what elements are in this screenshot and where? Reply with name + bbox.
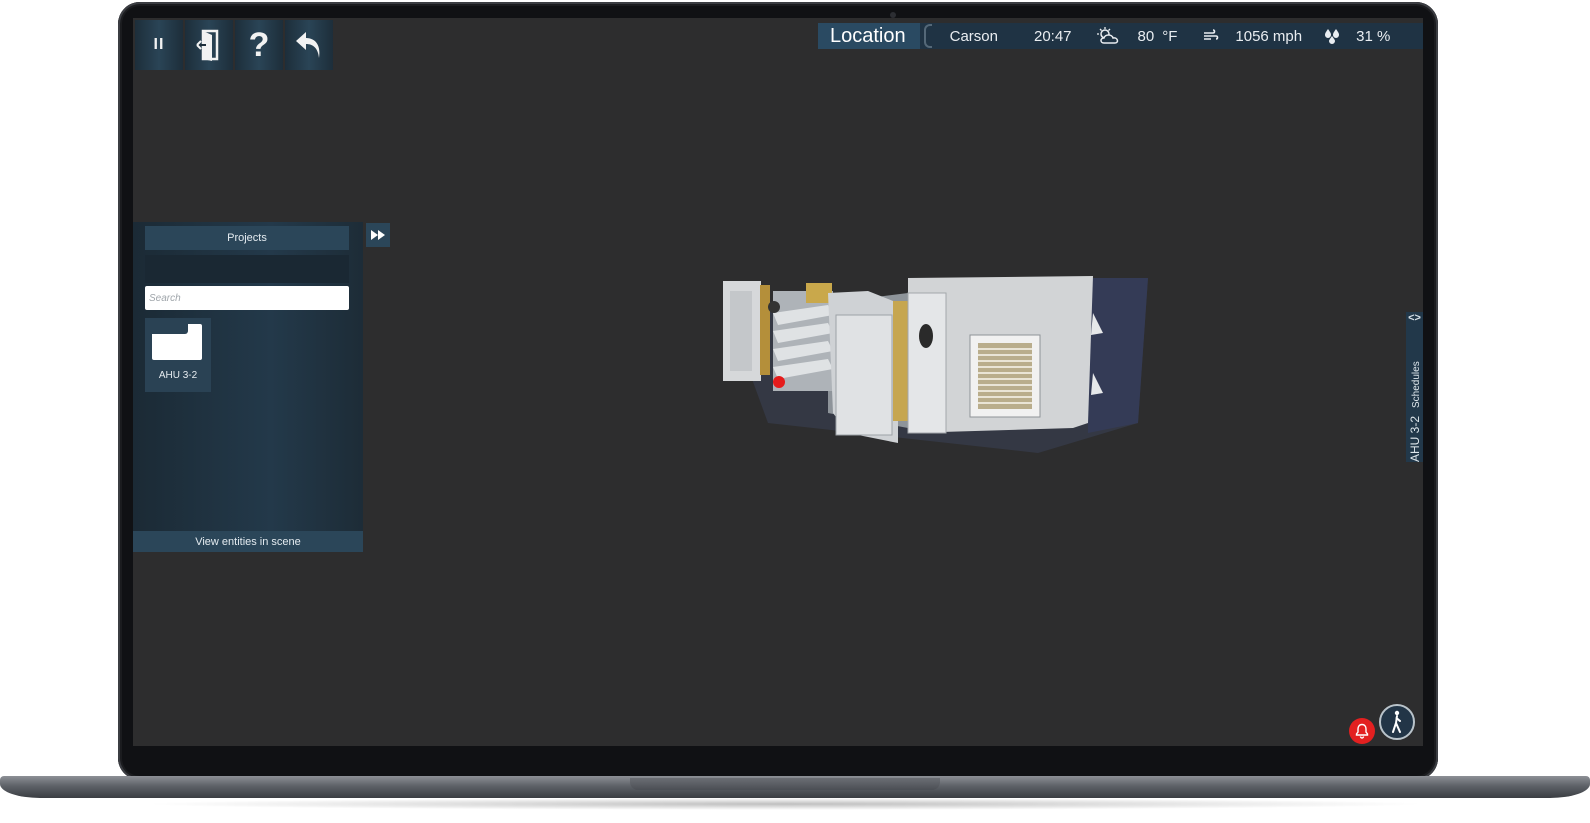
- city-name: Carson: [949, 27, 998, 45]
- laptop-hinge-notch: [630, 778, 940, 790]
- project-card[interactable]: AHU 3-2: [145, 318, 211, 392]
- search-input[interactable]: [145, 286, 349, 310]
- humidity-drops-icon: [1325, 29, 1340, 44]
- temperature-value: 80: [1137, 27, 1155, 45]
- collapse-arrows-icon[interactable]: <>: [1406, 312, 1423, 324]
- projects-header[interactable]: Projects: [145, 226, 349, 250]
- clock-time: 20:47: [1033, 27, 1072, 45]
- humidity-value: 31 %: [1356, 27, 1391, 45]
- projects-panel: Projects AHU 3-2 View entities in scene: [133, 222, 363, 552]
- exit-button[interactable]: [185, 20, 233, 70]
- bell-icon: [1355, 723, 1369, 739]
- fast-forward-icon: [371, 230, 385, 240]
- temperature-unit: °F: [1162, 27, 1178, 45]
- location-button[interactable]: Location: [818, 23, 920, 49]
- alarm-button[interactable]: [1349, 718, 1375, 744]
- app-screen: II ? Location Carson 20:47 80 °F 1056 mp…: [133, 18, 1423, 746]
- ahu-3d-model[interactable]: [708, 273, 1168, 473]
- expand-panel-button[interactable]: [366, 223, 390, 247]
- wind-speed: 1056 mph: [1235, 27, 1303, 45]
- main-toolbar: II ?: [135, 20, 335, 70]
- location-separator: [923, 24, 932, 48]
- laptop-shadow: [140, 798, 1430, 810]
- humidity-group: 31 %: [1324, 28, 1390, 45]
- help-button[interactable]: ?: [235, 20, 283, 70]
- weather-status-bar: Location Carson 20:47 80 °F 1056 mph 31 …: [818, 23, 1423, 49]
- view-entities-button[interactable]: View entities in scene: [133, 531, 363, 552]
- project-card-label: AHU 3-2: [158, 370, 198, 381]
- exit-door-icon: [196, 29, 219, 61]
- pause-icon: II: [153, 36, 165, 53]
- side-tab-title: AHU 3-2: [1408, 415, 1422, 462]
- wind-group: 1056 mph: [1203, 28, 1302, 45]
- walking-person-icon: [1392, 710, 1401, 733]
- undo-arrow-icon: [296, 32, 320, 58]
- schedules-side-tab[interactable]: <> AHU 3-2 Schedules: [1406, 312, 1423, 462]
- walk-mode-button[interactable]: [1379, 704, 1415, 740]
- side-tab-subtitle: Schedules: [1411, 361, 1422, 408]
- project-thumbnail-icon: [152, 324, 202, 360]
- partly-cloudy-icon: [1096, 27, 1118, 44]
- projects-filter-bar: [145, 255, 349, 283]
- side-tab-text: AHU 3-2 Schedules: [1408, 328, 1422, 462]
- help-icon: ?: [248, 25, 270, 64]
- wind-icon: [1204, 29, 1219, 40]
- undo-button[interactable]: [285, 20, 333, 70]
- temperature-group: 80 °F: [1096, 26, 1178, 46]
- pause-button[interactable]: II: [135, 20, 183, 70]
